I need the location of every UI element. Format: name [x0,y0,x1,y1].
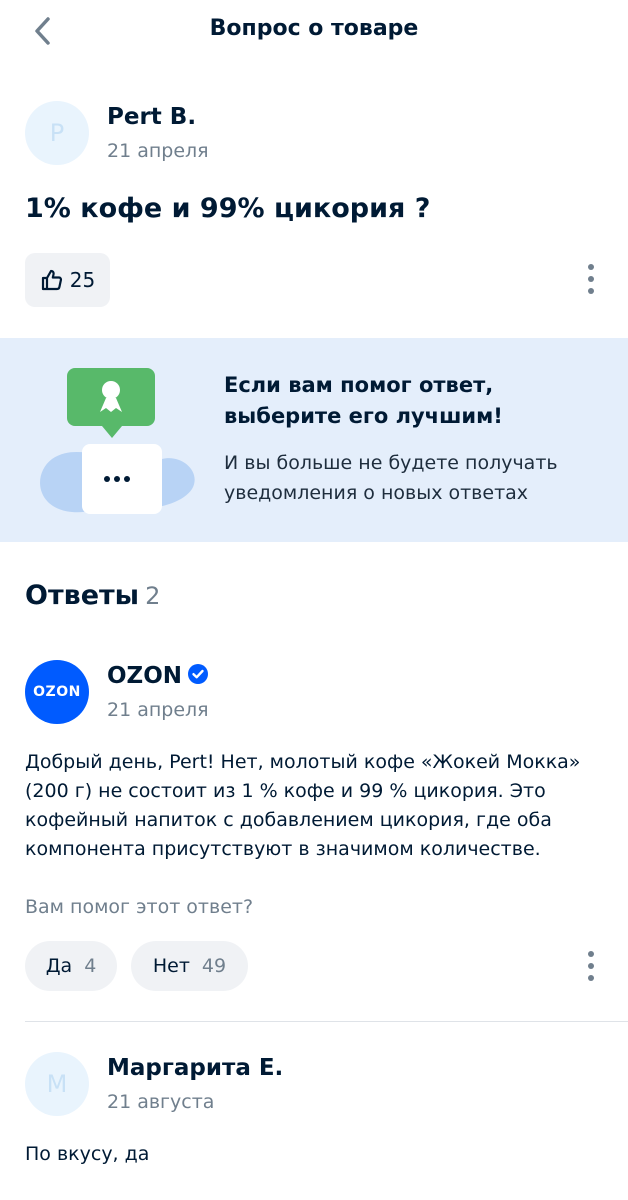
banner-subtitle: И вы больше не будете получать уведомлен… [224,452,558,504]
verified-badge-icon [188,663,209,684]
answers-count: 2 [145,582,161,610]
dot [588,264,594,270]
avatar: P [25,101,89,165]
question-page: Вопрос о товаре P Pert B. 21 апреля 1% к… [0,0,628,1200]
banner-title: Если вам помог ответ, выберите его лучши… [224,373,503,428]
question-more-button[interactable] [576,259,606,299]
question-author[interactable]: P Pert B. 21 апреля [25,101,209,165]
author-date: 21 августа [107,1091,215,1113]
dot [588,288,594,294]
vote-yes-button[interactable]: Да 4 [25,941,117,991]
author-name-text: OZON [107,663,183,689]
author-date: 21 апреля [107,699,209,721]
answer-text: По вкусу, да [25,1143,150,1165]
like-button[interactable]: 25 [25,253,110,307]
thumbs-up-icon [41,269,62,291]
page-title: Вопрос о товаре [209,16,419,41]
ozon-logo: OZON [25,660,89,724]
header: Вопрос о товаре [0,0,628,62]
best-answer-banner: Если вам помог ответ, выберите его лучши… [0,338,628,542]
dot [588,276,594,282]
answer-author[interactable]: OZON OZON 21 апреля [25,660,209,724]
answers-heading: Ответы 2 [25,580,160,611]
helpful-question: Вам помог этот ответ? [25,896,254,918]
dot [588,963,594,969]
dot [588,951,594,957]
vote-no-button[interactable]: Нет 49 [131,941,248,991]
vote-yes-count: 4 [84,955,97,977]
award-illustration [40,368,195,514]
answers-title: Ответы [25,580,140,611]
author-name: Pert B. [107,104,197,130]
vote-no-count: 49 [201,955,227,977]
author-name: OZON [107,663,209,689]
answer-text: Добрый день, Pert! Нет, молотый кофе «Жо… [25,751,581,860]
avatar: М [25,1052,89,1116]
author-name: Маргарита Е. [107,1055,284,1081]
divider [25,1021,628,1022]
author-date: 21 апреля [107,140,209,162]
like-count: 25 [69,268,96,292]
question-text: 1% кофе и 99% цикория ? [25,193,431,224]
dot [588,975,594,981]
vote-yes-label: Да [45,955,73,977]
vote-no-label: Нет [152,955,190,977]
answer-more-button[interactable] [576,946,606,986]
answer-author[interactable]: М Маргарита Е. 21 августа [25,1052,283,1116]
